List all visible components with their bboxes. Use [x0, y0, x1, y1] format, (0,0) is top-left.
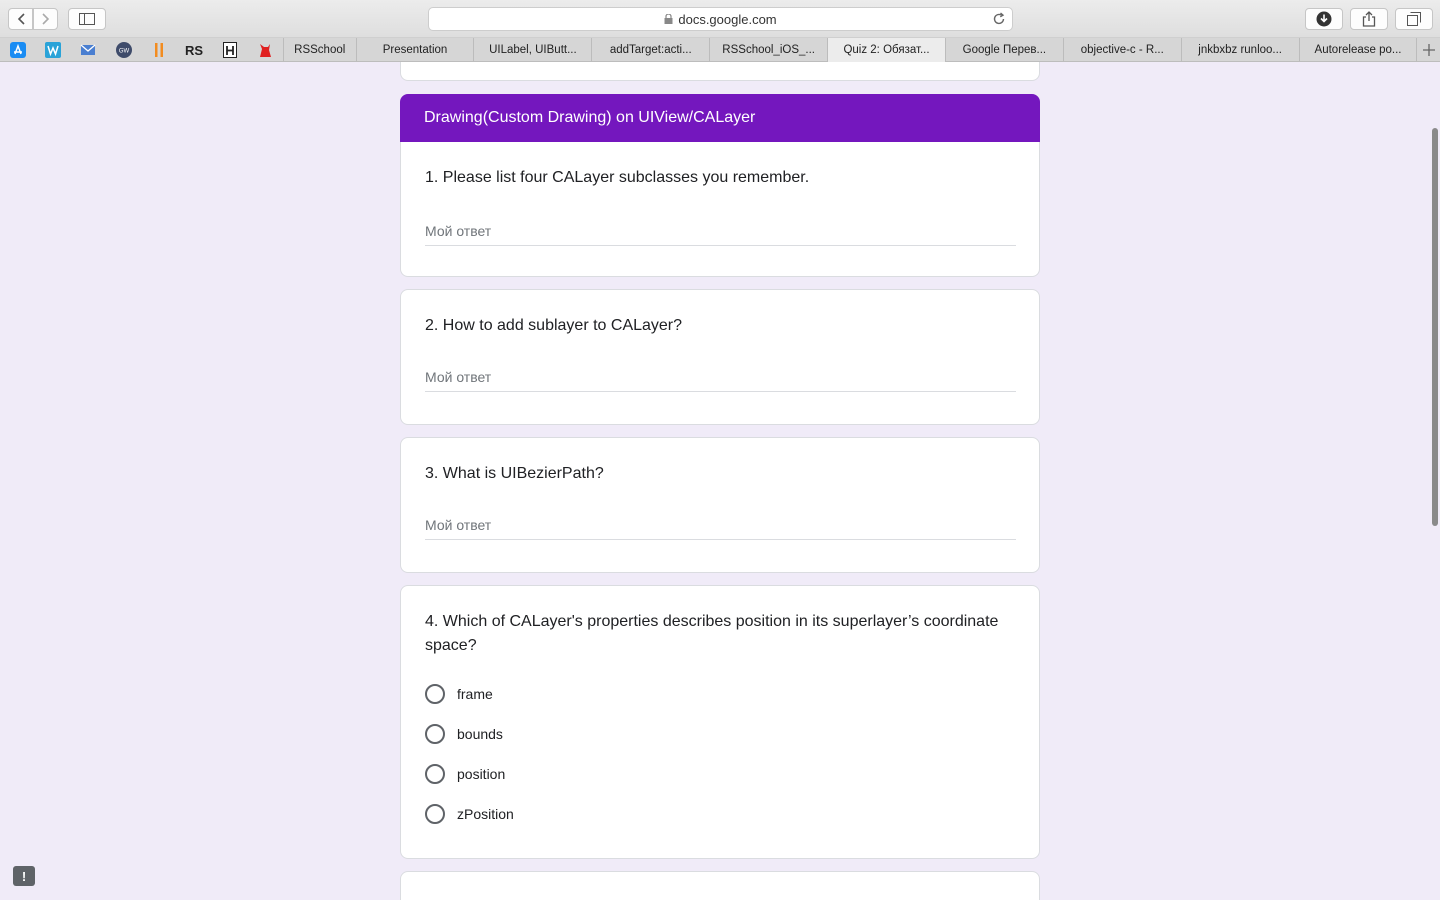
bookmark-cat[interactable]: [248, 38, 283, 62]
question-card-2: 2. How to add sublayer to CALayer? Мой о…: [400, 289, 1040, 425]
tab-label: Presentation: [382, 44, 448, 56]
tab-7[interactable]: objective-c - R...: [1062, 38, 1181, 62]
tab-bar: GW RS RSSchool Presentation UILabel, UIB…: [0, 38, 1440, 62]
bookmark-appstore[interactable]: [0, 38, 35, 62]
option-label: bounds: [457, 726, 503, 742]
back-button[interactable]: [8, 8, 33, 30]
downloads-button[interactable]: [1305, 8, 1343, 30]
tab-label: RSSchool_iOS_...: [722, 44, 815, 56]
scrollbar-thumb[interactable]: [1432, 128, 1438, 526]
orange-bars-icon: [155, 43, 164, 57]
tab-label: Quiz 2: Обязат...: [843, 44, 930, 56]
forward-button[interactable]: [33, 8, 58, 30]
previous-card: [400, 62, 1040, 81]
tab-6[interactable]: Google Перев...: [944, 38, 1063, 62]
answer-input[interactable]: Мой ответ: [425, 216, 1016, 246]
tab-label: Google Перев...: [962, 44, 1047, 56]
bookmark-h[interactable]: [212, 38, 247, 62]
tab-2[interactable]: UILabel, UIButt...: [473, 38, 591, 62]
tab-label: addTarget:acti...: [609, 44, 692, 56]
tabs-overview-button[interactable]: [1395, 8, 1433, 30]
mail-icon: [80, 44, 96, 55]
w-icon: [45, 42, 62, 58]
radio-button[interactable]: [425, 764, 445, 784]
svg-text:GW: GW: [119, 49, 130, 55]
share-button[interactable]: [1350, 8, 1388, 30]
chevron-left-icon: [17, 13, 25, 25]
tab-label: objective-c - R...: [1080, 44, 1164, 56]
bookmark-w[interactable]: [35, 38, 70, 62]
answer-placeholder: Мой ответ: [425, 368, 492, 385]
tab-5-active[interactable]: Quiz 2: Обязат...: [827, 38, 945, 62]
radio-option-position[interactable]: position: [425, 762, 505, 786]
question-title: 3. What is UIBezierPath?: [425, 465, 604, 482]
feedback-icon: !: [21, 868, 27, 884]
section-header: Drawing(Custom Drawing) on UIView/CALaye…: [400, 94, 1040, 142]
answer-placeholder: Мой ответ: [425, 516, 492, 533]
question-card-1: 1. Please list four CALayer subclasses y…: [400, 142, 1040, 277]
red-cat-icon: [260, 44, 272, 57]
question-title: 1. Please list four CALayer subclasses y…: [425, 169, 810, 186]
next-question-card: [400, 871, 1040, 900]
tab-9[interactable]: Autorelease po...: [1298, 38, 1417, 62]
reload-icon[interactable]: [992, 12, 1006, 26]
radio-option-zposition[interactable]: zPosition: [425, 802, 514, 826]
question-title: 4. Which of CALayer's properties describ…: [425, 613, 999, 654]
bookmark-pause[interactable]: [141, 38, 176, 62]
gw-icon: GW: [115, 42, 132, 58]
lock-icon: [664, 14, 673, 24]
bookmark-mail[interactable]: [71, 38, 106, 62]
answer-input[interactable]: Мой ответ: [425, 362, 1016, 392]
bookmark-rs[interactable]: RS: [177, 38, 212, 62]
answer-placeholder: Мой ответ: [425, 222, 492, 239]
browser-toolbar: docs.google.com: [0, 0, 1440, 38]
question-title: 2. How to add sublayer to CALayer?: [425, 317, 683, 334]
question-card-3: 3. What is UIBezierPath? Мой ответ: [400, 437, 1040, 573]
radio-button[interactable]: [425, 684, 445, 704]
feedback-button[interactable]: !: [13, 866, 35, 886]
bookmark-gw[interactable]: GW: [106, 38, 141, 62]
form-page: Drawing(Custom Drawing) on UIView/CALaye…: [0, 62, 1440, 900]
option-label: zPosition: [457, 806, 514, 822]
download-icon: [1316, 11, 1332, 27]
new-tab-button[interactable]: [1416, 38, 1440, 62]
h-logo-icon: [222, 42, 237, 58]
plus-icon: [1422, 44, 1435, 56]
sidebar-icon: [79, 13, 95, 25]
svg-text:RS: RS: [185, 43, 203, 57]
chevron-right-icon: [41, 13, 49, 25]
section-title: Drawing(Custom Drawing) on UIView/CALaye…: [424, 109, 756, 126]
tab-label: jnkbxbz runloo...: [1198, 44, 1283, 56]
question-card-4: 4. Which of CALayer's properties describ…: [400, 585, 1040, 859]
tab-label: UILabel, UIButt...: [489, 44, 577, 56]
share-icon: [1362, 11, 1376, 27]
radio-button[interactable]: [425, 804, 445, 824]
tab-label: RSSchool: [294, 44, 346, 56]
tab-8[interactable]: jnkbxbz runloo...: [1180, 38, 1299, 62]
option-label: frame: [457, 686, 493, 702]
radio-option-frame[interactable]: frame: [425, 682, 493, 706]
tab-4[interactable]: RSSchool_iOS_...: [709, 38, 827, 62]
tab-3[interactable]: addTarget:acti...: [591, 38, 709, 62]
address-bar[interactable]: docs.google.com: [428, 7, 1013, 31]
url-text: docs.google.com: [678, 11, 777, 27]
tab-1[interactable]: Presentation: [355, 38, 474, 62]
tab-label: Autorelease po...: [1314, 44, 1402, 56]
option-label: position: [457, 766, 506, 782]
tab-0[interactable]: RSSchool: [282, 38, 356, 62]
app-store-icon: [9, 42, 26, 58]
answer-input[interactable]: Мой ответ: [425, 510, 1016, 540]
radio-button[interactable]: [425, 724, 445, 744]
tabs-icon: [1407, 12, 1421, 26]
rs-logo-icon: RS: [185, 43, 203, 57]
sidebar-toggle-button[interactable]: [68, 8, 106, 30]
radio-option-bounds[interactable]: bounds: [425, 722, 503, 746]
